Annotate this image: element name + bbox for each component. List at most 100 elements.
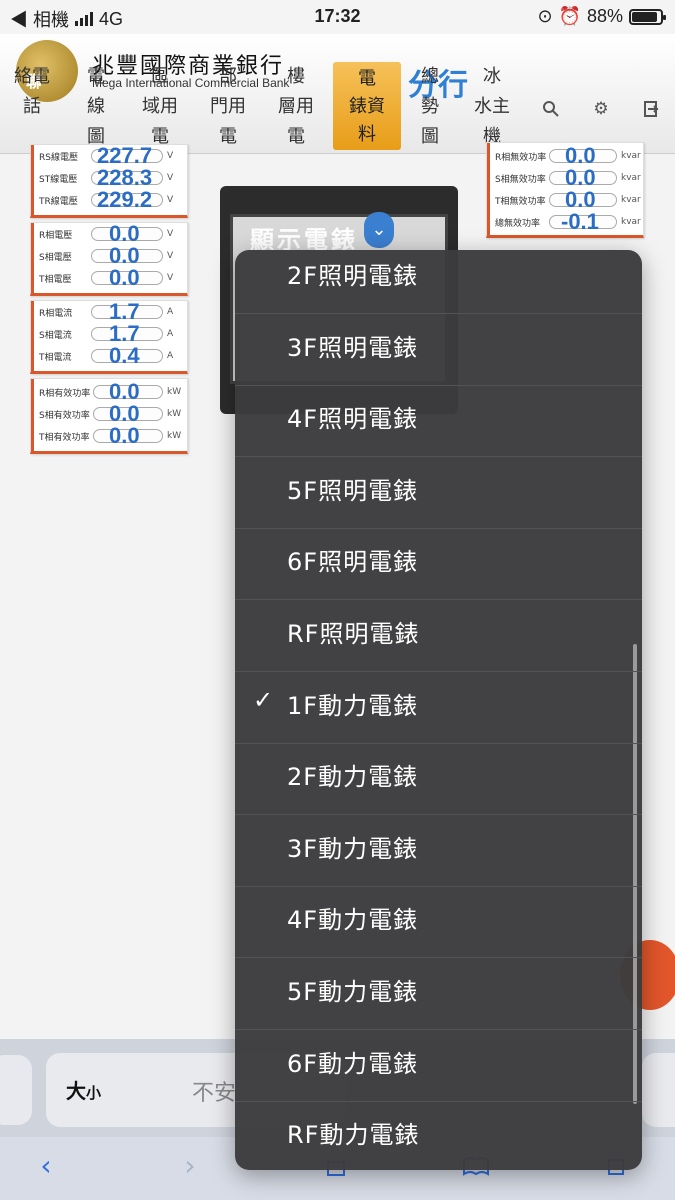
dropdown-option[interactable]: 3F動力電錶	[235, 815, 642, 887]
meter-unit: kW	[167, 409, 182, 419]
checkmark-icon: ✓	[253, 685, 274, 714]
dropdown-option[interactable]: RF動力電錶	[235, 1101, 642, 1170]
meter-select-dropdown[interactable]: 2F照明電錶 3F照明電錶 4F照明電錶 5F照明電錶 6F照明電錶 RF照明電錶 ✓ 1F動…	[235, 250, 642, 1170]
nav-top: 部	[219, 66, 237, 87]
panel-phase-voltage: R相電壓 0.0 V S相電壓 0.0 V T相電壓 0.0 V	[30, 221, 188, 296]
nav-item-trend-chart[interactable]: 總 勢 圖	[400, 62, 460, 152]
nav-bot: 電	[219, 126, 237, 147]
text-size-big: 大	[66, 1079, 86, 1103]
dropdown-option[interactable]: 4F動力電錶	[235, 886, 642, 959]
nav-active-line1: 電	[358, 68, 376, 89]
meter-unit: kvar	[621, 173, 641, 183]
meter-row: T相無效功率 0.0 kvar	[487, 187, 643, 212]
text-size-button[interactable]: 大小	[66, 1075, 101, 1104]
dropdown-option-label: 5F動力電錶	[287, 978, 419, 1006]
nav-item-dept-power[interactable]: 部 門用 電	[198, 62, 258, 152]
nav-bot: 電	[287, 126, 305, 147]
meter-unit: kvar	[621, 195, 641, 205]
meter-label: R相有效功率	[39, 389, 91, 399]
dropdown-option[interactable]: 5F照明電錶	[235, 457, 642, 529]
meter-label: 總無效功率	[495, 219, 541, 229]
nav-active-line3: 料	[358, 124, 376, 145]
nav-mid: 層用	[278, 96, 314, 117]
dropdown-option[interactable]: 6F動力電錶	[235, 1030, 642, 1102]
nav-top: 電	[87, 66, 105, 87]
meter-value: 229.2	[97, 187, 153, 212]
meter-label: RS線電壓	[39, 153, 78, 163]
gear-icon[interactable]: ⚙	[590, 98, 612, 120]
panel-current: R相電流 1.7 A S相電流 1.7 A T相電流 0.4 A	[30, 299, 188, 374]
meter-row: T相電流 0.4 A	[31, 343, 187, 368]
search-icon[interactable]	[540, 98, 562, 120]
dropdown-option[interactable]: 6F照明電錶	[235, 528, 642, 601]
meter-value: -0.1	[561, 209, 599, 234]
dropdown-option[interactable]: 5F動力電錶	[235, 958, 642, 1030]
dropdown-option-label: 3F照明電錶	[287, 333, 419, 362]
nav-item-chiller[interactable]: 冰 水主 機	[462, 62, 522, 152]
dropdown-option-label: 5F照明電錶	[287, 476, 419, 505]
meter-unit: V	[167, 251, 174, 261]
meter-unit: A	[167, 307, 174, 317]
nav-item-contact[interactable]: 絡電 話	[2, 62, 62, 122]
meter-row: T相電壓 0.0 V	[31, 265, 187, 290]
previous-tab-pill[interactable]	[0, 1055, 32, 1125]
battery-icon	[629, 8, 666, 25]
text-size-small: 小	[86, 1084, 102, 1102]
dropdown-option[interactable]: 2F照明電錶	[235, 250, 642, 314]
meter-label: S相電壓	[39, 253, 72, 263]
meter-row: R相電壓 0.0 V	[31, 221, 187, 246]
insecure-url-text: 不安	[192, 1081, 237, 1106]
dropdown-option[interactable]: 2F動力電錶	[235, 743, 642, 816]
panel-active-power: R相有效功率 0.0 kW S相有效功率 0.0 kW T相有效功率 0.0 k…	[30, 378, 188, 454]
meter-label: S相無效功率	[495, 175, 546, 185]
meter-value: 0.4	[109, 343, 140, 368]
meter-label: R相電壓	[39, 231, 73, 241]
nav-mid: 水主	[474, 96, 510, 117]
nav-item-wiring-diagram[interactable]: 電 線 圖	[66, 62, 126, 152]
nav-top: 區	[151, 66, 169, 87]
meter-row: ST線電壓 228.3 V	[31, 165, 187, 190]
logout-icon[interactable]	[640, 98, 662, 120]
meter-row: S相電壓 0.0 V	[31, 243, 187, 268]
dropdown-option-label: 4F動力電錶	[287, 906, 419, 935]
nav-mid: 線	[87, 96, 105, 117]
dropdown-option-label: 2F動力電錶	[287, 763, 419, 792]
meter-label: R相無效功率	[495, 153, 547, 163]
meter-unit: kvar	[621, 151, 641, 161]
nav-mid: 勢	[421, 96, 439, 117]
meter-row: R相有效功率 0.0 kW	[31, 379, 187, 404]
dropdown-option-label: 3F動力電錶	[287, 834, 419, 863]
site-header: 聯 兆豐國際商業銀行 Mega International Commercial…	[0, 34, 675, 154]
back-arrow-icon[interactable]: ‹	[26, 1145, 66, 1185]
nav-item-floor-power[interactable]: 樓 層用 電	[266, 62, 326, 152]
nav-active-line2: 錶資	[349, 96, 385, 117]
meter-unit: V	[167, 273, 174, 283]
nav-mid: 門用	[210, 96, 246, 117]
dropdown-option-label: 6F動力電錶	[287, 1049, 419, 1078]
next-tab-pill[interactable]	[642, 1053, 675, 1127]
meter-row: T相有效功率 0.0 kW	[31, 423, 187, 448]
meter-unit: kW	[167, 387, 182, 397]
forward-arrow-icon[interactable]: ›	[170, 1145, 210, 1185]
nav-item-zone-power[interactable]: 區 域用 電	[130, 62, 190, 152]
meter-unit: V	[167, 229, 174, 239]
nav-top: 樓	[287, 66, 305, 87]
meter-row: TR線電壓 229.2 V	[31, 187, 187, 212]
meter-unit: kvar	[621, 217, 641, 227]
meter-value: 0.0	[109, 265, 140, 290]
dropdown-option[interactable]: RF照明電錶	[235, 600, 642, 672]
nav-bot: 話	[23, 96, 41, 117]
dropdown-option-label: 6F照明電錶	[287, 548, 419, 577]
nav-top: 冰	[483, 66, 501, 87]
dropdown-option[interactable]: ✓ 1F動力電錶	[235, 672, 642, 744]
dropdown-option-label: 1F動力電錶	[287, 691, 419, 720]
chevron-down-icon[interactable]: ⌄	[364, 212, 394, 248]
meter-unit: V	[167, 173, 174, 183]
meter-value: 0.0	[109, 423, 140, 448]
battery-percent: 88%	[586, 6, 623, 26]
meter-label: R相電流	[39, 309, 73, 319]
nav-item-meter-data-active[interactable]: 電 錶資 料	[333, 62, 401, 150]
dropdown-option[interactable]: 3F照明電錶	[235, 314, 642, 386]
meter-label: S相有效功率	[39, 411, 90, 421]
dropdown-option[interactable]: 4F照明電錶	[235, 385, 642, 458]
